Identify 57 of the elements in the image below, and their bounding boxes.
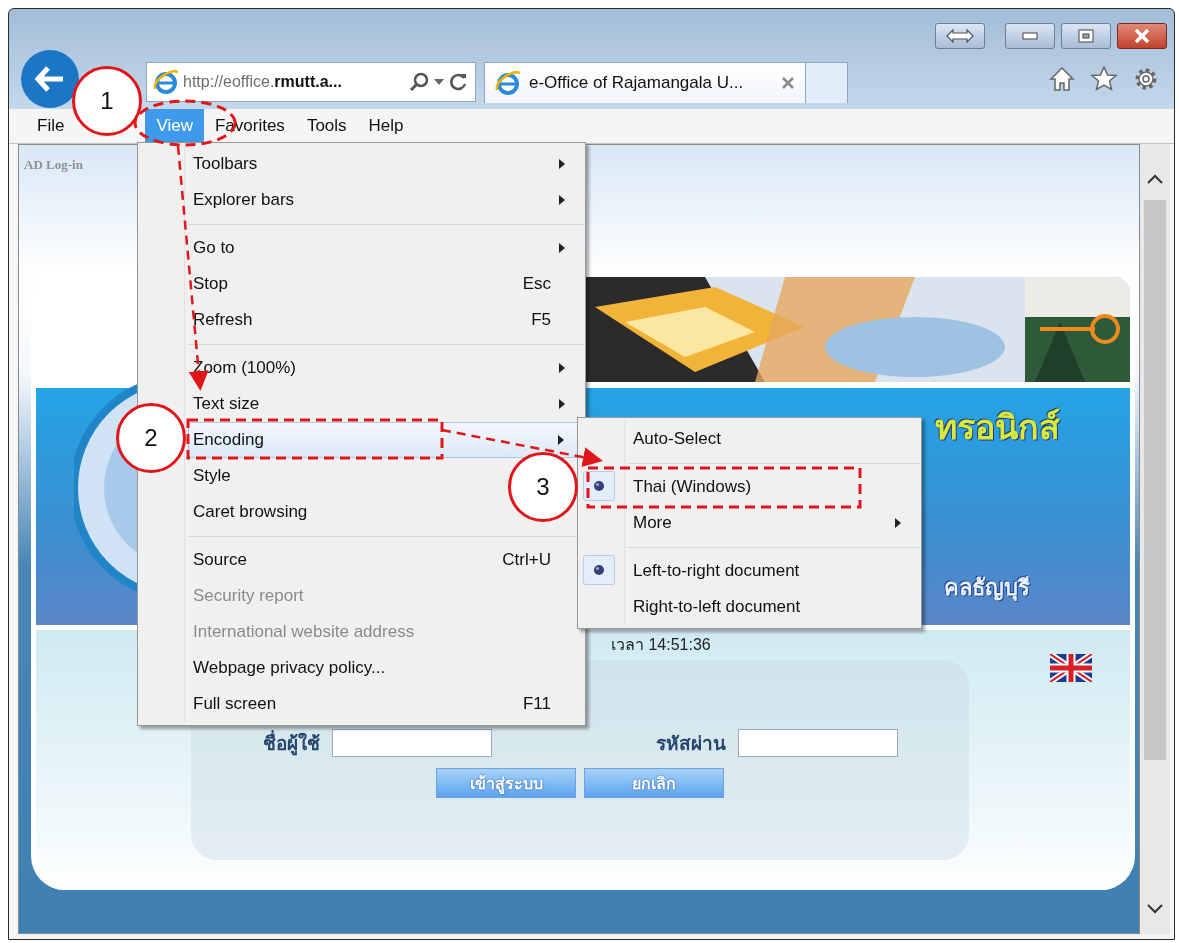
refresh-icon[interactable]	[449, 72, 469, 92]
scroll-up-icon[interactable]	[1147, 174, 1163, 184]
menu-item: Security report	[193, 586, 304, 606]
menu-item: International website address	[193, 622, 415, 642]
menu-item[interactable]: Style	[193, 466, 231, 486]
menu-item[interactable]: Webpage privacy policy...	[193, 658, 386, 678]
back-button[interactable]	[21, 50, 79, 108]
username-field[interactable]	[331, 729, 492, 757]
address-bar[interactable]: http://eoffice.rmutt.a...	[146, 62, 476, 102]
username-label: ชื่อผู้ใช้	[262, 728, 320, 758]
password-label: รหัสผ่าน	[655, 732, 726, 756]
back-arrow-icon	[35, 66, 65, 92]
minimize-button[interactable]	[1005, 23, 1055, 49]
close-button[interactable]	[1117, 23, 1167, 49]
menu-item[interactable]: Thai (Windows)	[633, 477, 752, 497]
menu-item[interactable]: Toolbars	[193, 154, 258, 174]
menu-item[interactable]: Right-to-left document	[633, 597, 801, 617]
minimize-icon	[1022, 32, 1038, 40]
caret-icon[interactable]	[433, 78, 445, 86]
browser-tab[interactable]: e-Office of Rajamangala U...	[484, 62, 806, 103]
shortcut-text: F5	[531, 310, 551, 330]
star-icon[interactable]	[1090, 66, 1118, 92]
ie-logo-icon	[495, 70, 521, 96]
home-icon[interactable]	[1048, 66, 1076, 92]
menu-item[interactable]: Full screen	[193, 694, 277, 714]
maximize-button[interactable]	[1061, 23, 1111, 49]
shortcut-text: F11	[522, 694, 551, 714]
menu-item[interactable]: Auto-Select	[633, 429, 721, 449]
banner-title: ทรอนิกส์	[935, 407, 1060, 448]
close-tab-icon[interactable]	[781, 76, 795, 90]
menu-item[interactable]: Left-to-right document	[633, 561, 800, 581]
menu-item[interactable]: Stop	[193, 274, 228, 294]
close-icon	[1134, 29, 1150, 43]
flag-icon[interactable]	[1050, 654, 1092, 682]
shortcut-text: Esc	[522, 274, 551, 294]
menu-item[interactable]: Source	[193, 550, 247, 570]
password-field[interactable]	[737, 729, 898, 757]
shortcut-text: Ctrl+U	[502, 550, 551, 570]
snap-button[interactable]	[935, 23, 985, 49]
scrollbar[interactable]	[1140, 144, 1170, 934]
scroll-down-icon[interactable]	[1147, 904, 1163, 914]
ie-logo-icon	[153, 69, 179, 95]
menu-item[interactable]: More	[633, 513, 672, 533]
clock-text: เวลา 14:51:36	[611, 635, 711, 655]
menu-item[interactable]: Text size	[193, 394, 260, 414]
search-icon[interactable]	[409, 72, 429, 92]
menu-item[interactable]: Help	[357, 109, 415, 143]
menu-item[interactable]: Caret browsing	[193, 502, 308, 522]
maximize-icon	[1078, 29, 1094, 43]
double-arrow-icon	[946, 29, 974, 43]
url-text[interactable]: http://eoffice.rmutt.a...	[183, 73, 405, 91]
menu-item[interactable]: Explorer bars	[193, 190, 295, 210]
banner-subtitle: คลธัญบุรี	[944, 574, 1030, 603]
scroll-thumb[interactable]	[1144, 200, 1166, 760]
menu-item[interactable]: Refresh	[193, 310, 253, 330]
menu-item[interactable]: Go to	[193, 238, 235, 258]
menu-item[interactable]: Tools	[295, 109, 358, 143]
